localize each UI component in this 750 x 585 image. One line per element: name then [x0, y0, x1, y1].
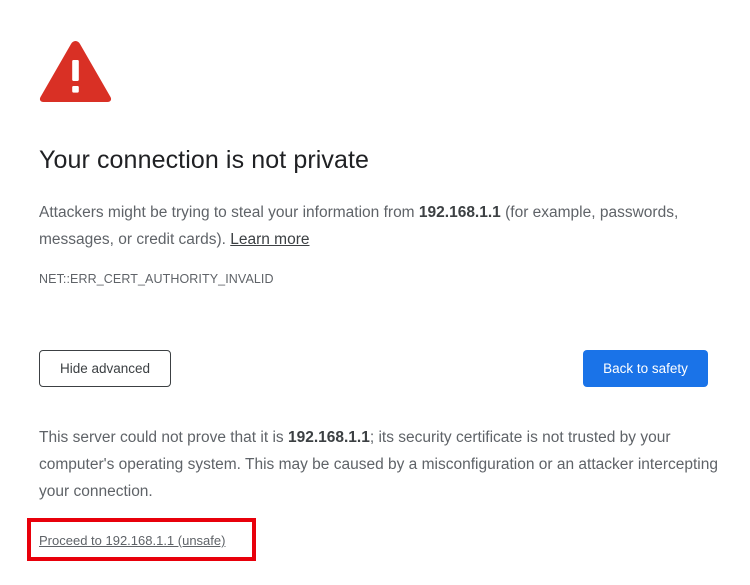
main-message-text: Attackers might be trying to steal your …: [39, 204, 419, 221]
host-name: 192.168.1.1: [418, 204, 501, 221]
details-text-part: This server could not prove that it is: [39, 429, 288, 446]
hide-advanced-button[interactable]: Hide advanced: [39, 350, 171, 387]
details-text: This server could not prove that it is 1…: [39, 424, 719, 505]
error-code: NET::ERR_CERT_AUTHORITY_INVALID: [39, 272, 274, 286]
page-title: Your connection is not private: [39, 146, 370, 174]
main-message: Attackers might be trying to steal your …: [39, 199, 719, 253]
back-to-safety-button[interactable]: Back to safety: [583, 350, 708, 387]
proceed-unsafe-link[interactable]: Proceed to 192.168.1.1 (unsafe): [39, 533, 225, 548]
warning-triangle-icon: [38, 38, 113, 104]
learn-more-link[interactable]: Learn more: [230, 231, 309, 248]
details-host-name: 192.168.1.1: [287, 429, 370, 446]
